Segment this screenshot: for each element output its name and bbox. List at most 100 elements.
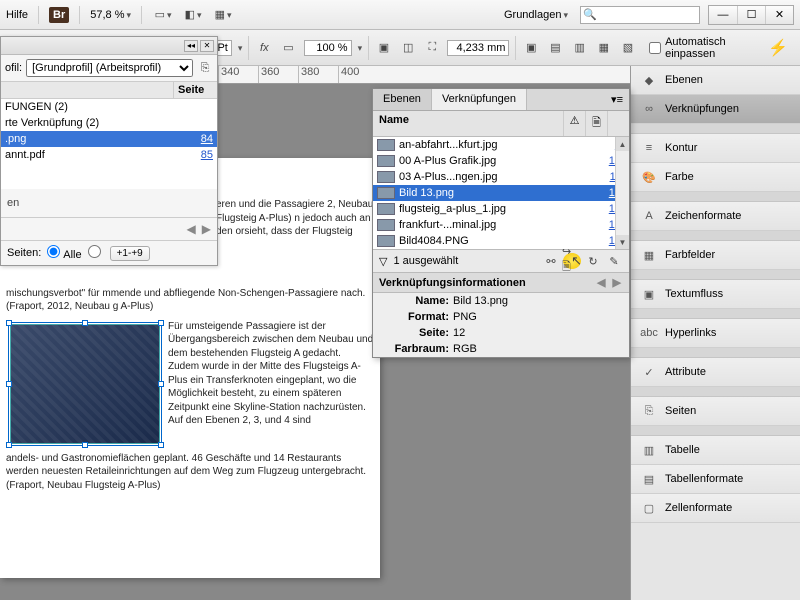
profile-options-icon[interactable]: ⎘ — [197, 60, 213, 76]
edit-original-icon[interactable]: ✎ — [605, 253, 623, 269]
autofit-label: Automatisch einpassen — [665, 36, 754, 60]
panel-icon: ◆ — [641, 72, 657, 88]
crop-icon[interactable]: ⛶ — [423, 37, 441, 59]
page-col-icon[interactable]: 🗎 — [585, 111, 607, 136]
warning-col-icon[interactable]: ⚠ — [563, 111, 585, 136]
next-error-icon[interactable]: ▶ — [200, 222, 213, 236]
goto-link-icon[interactable]: ↪🗎↖ — [563, 253, 581, 269]
search-icon: 🔍 — [583, 8, 597, 21]
panel-attribute[interactable]: ✓Attribute — [631, 358, 800, 387]
fit5-icon[interactable]: ▧ — [619, 37, 637, 59]
list-item[interactable]: .png84 — [1, 131, 217, 147]
panel-collapse-icon[interactable]: ◂◂ — [184, 40, 198, 52]
fit-frame-icon[interactable]: ◫ — [399, 37, 417, 59]
close-button[interactable]: ✕ — [765, 6, 793, 24]
links-list[interactable]: an-abfahrt...kfurt.jpg400 A-Plus Grafik.… — [373, 137, 629, 249]
view-options-icon[interactable]: ▭ — [152, 4, 174, 26]
list-item[interactable]: FUNGEN (2) — [1, 99, 217, 115]
update-link-icon[interactable]: ↻ — [584, 253, 602, 269]
measure-input[interactable] — [447, 40, 509, 56]
fx-icon[interactable]: fx — [255, 37, 273, 59]
extra-label: en — [1, 189, 217, 217]
triangle-icon[interactable]: ▽ — [379, 255, 387, 268]
panel-icon: ▥ — [641, 442, 657, 458]
info-next-icon[interactable]: ▶ — [613, 277, 623, 289]
prev-error-icon[interactable]: ◀ — [185, 222, 198, 236]
preflight-panel: ◂◂ ✕ ofil: [Grundprofil] (Arbeitsprofil)… — [0, 36, 218, 266]
opacity-input[interactable] — [304, 40, 352, 56]
placed-image[interactable] — [10, 324, 160, 444]
search-field[interactable]: 🔍 — [580, 6, 700, 24]
link-row[interactable]: Bild 13.png12 — [373, 185, 629, 201]
stroke-dropdown-icon[interactable] — [238, 42, 243, 54]
panel-ebenen[interactable]: ◆Ebenen — [631, 66, 800, 95]
scroll-up-icon[interactable]: ▲ — [616, 137, 629, 151]
link-row[interactable]: flugsteig_a-plus_1.jpg12 — [373, 201, 629, 217]
fit1-icon[interactable]: ▣ — [522, 37, 540, 59]
link-row[interactable]: an-abfahrt...kfurt.jpg4 — [373, 137, 629, 153]
pages-range-button[interactable]: +1-+9 — [110, 246, 150, 261]
tab-layers[interactable]: Ebenen — [373, 89, 432, 110]
pages-label: Seiten: — [7, 247, 41, 259]
tab-links[interactable]: Verknüpfungen — [432, 89, 527, 110]
pages-all-radio[interactable]: Alle — [47, 245, 81, 261]
gpu-icon[interactable]: ⚡ — [760, 38, 796, 58]
fit2-icon[interactable]: ▤ — [546, 37, 564, 59]
panel-menu-icon[interactable]: ▾≡ — [605, 89, 629, 110]
fit4-icon[interactable]: ▦ — [595, 37, 613, 59]
panel-zeichenformate[interactable]: AZeichenformate — [631, 202, 800, 231]
profile-label: ofil: — [5, 62, 22, 74]
list-item[interactable]: rte Verknüpfung (2) — [1, 115, 217, 131]
fit-content-icon[interactable]: ▣ — [375, 37, 393, 59]
link-row[interactable]: 03 A-Plus...ngen.jpg11 — [373, 169, 629, 185]
opacity-icon[interactable]: ▭ — [279, 37, 297, 59]
workspace-switcher[interactable]: Grundlagen — [500, 7, 572, 23]
links-header: Name ⚠ 🗎 — [373, 111, 629, 137]
body-text: andels- und Gastronomieflächen geplant. … — [0, 448, 380, 497]
body-text: eren und die Passagiere 2, Neubau Flugst… — [210, 194, 380, 243]
selection-count: 1 ausgewählt — [393, 255, 458, 267]
info-prev-icon[interactable]: ◀ — [597, 277, 607, 289]
panel-kontur[interactable]: ≡Kontur — [631, 134, 800, 163]
link-row[interactable]: Bild4084.PNG19 — [373, 233, 629, 249]
panel-seiten[interactable]: ⎘Seiten — [631, 397, 800, 426]
panel-farbfelder[interactable]: ▦Farbfelder — [631, 241, 800, 270]
panel-icon: abc — [641, 325, 657, 341]
menu-bar: Hilfe Br 57,8 % ▭ ◧ ▦ Grundlagen 🔍 — ☐ ✕ — [0, 0, 800, 30]
autofit-checkbox[interactable] — [649, 42, 661, 54]
panel-hyperlinks[interactable]: abcHyperlinks — [631, 319, 800, 348]
panel-icon: ▤ — [641, 471, 657, 487]
zoom-level[interactable]: 57,8 % — [90, 9, 131, 21]
arrange-icon[interactable]: ▦ — [212, 4, 234, 26]
scrollbar[interactable]: ▲ ▼ — [615, 137, 629, 249]
panel-tabellenformate[interactable]: ▤Tabellenformate — [631, 465, 800, 494]
window-controls: — ☐ ✕ — [708, 5, 794, 25]
help-menu[interactable]: Hilfe — [6, 9, 28, 21]
panel-tabelle[interactable]: ▥Tabelle — [631, 436, 800, 465]
profile-select[interactable]: [Grundprofil] (Arbeitsprofil) — [26, 59, 193, 77]
panel-verknüpfungen[interactable]: ∞Verknüpfungen — [631, 95, 800, 124]
body-text: mischungsverbot" für mmende und abfliege… — [0, 283, 380, 318]
panel-close-icon[interactable]: ✕ — [200, 40, 214, 52]
screen-mode-icon[interactable]: ◧ — [182, 4, 204, 26]
pages-range-radio[interactable] — [88, 245, 104, 261]
panel-icon: ⎘ — [641, 403, 657, 419]
link-info-header: Verknüpfungsinformationen — [379, 277, 526, 289]
horizontal-ruler: 340360380400 — [218, 66, 630, 84]
panel-zellenformate[interactable]: ▢Zellenformate — [631, 494, 800, 523]
link-row[interactable]: 00 A-Plus Grafik.jpg10 — [373, 153, 629, 169]
panel-farbe[interactable]: 🎨Farbe — [631, 163, 800, 192]
panel-icon: ✓ — [641, 364, 657, 380]
bridge-button[interactable]: Br — [49, 7, 69, 23]
error-list[interactable]: FUNGEN (2)rte Verknüpfung (2).png84annt.… — [1, 99, 217, 189]
panel-textumfluss[interactable]: ▣Textumfluss — [631, 280, 800, 309]
panel-icon: ▣ — [641, 286, 657, 302]
fit3-icon[interactable]: ▥ — [571, 37, 589, 59]
scroll-down-icon[interactable]: ▼ — [616, 235, 629, 249]
list-item[interactable]: annt.pdf85 — [1, 147, 217, 163]
panel-icon: ∞ — [641, 101, 657, 117]
minimize-button[interactable]: — — [709, 6, 737, 24]
relink-icon[interactable]: ⚯ — [542, 253, 560, 269]
maximize-button[interactable]: ☐ — [737, 6, 765, 24]
link-row[interactable]: frankfurt-...minal.jpg17 — [373, 217, 629, 233]
